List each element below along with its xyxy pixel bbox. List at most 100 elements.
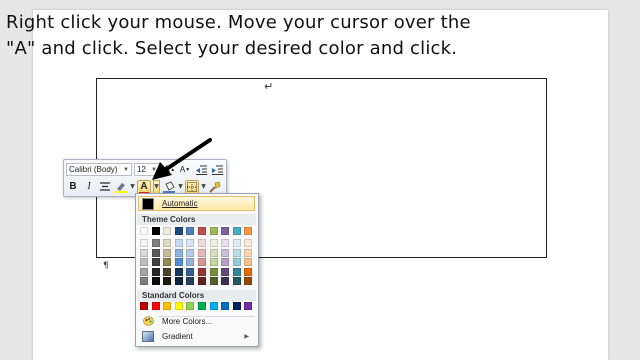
theme-shade-swatch[interactable] bbox=[186, 258, 195, 266]
theme-shade-swatch[interactable] bbox=[244, 267, 253, 276]
standard-color-swatch[interactable] bbox=[244, 302, 253, 310]
gradient-option[interactable]: Gradient ▶ bbox=[138, 329, 255, 343]
theme-shade-swatch[interactable] bbox=[209, 239, 218, 247]
theme-color-swatch[interactable] bbox=[163, 227, 172, 235]
italic-button[interactable]: I bbox=[82, 180, 96, 194]
standard-color-swatch[interactable] bbox=[198, 302, 206, 310]
automatic-color-swatch bbox=[142, 197, 154, 210]
instruction-line-1: Right click your mouse. Move your cursor… bbox=[6, 12, 471, 33]
theme-shade-swatch[interactable] bbox=[244, 239, 253, 247]
theme-shade-swatch[interactable] bbox=[209, 277, 218, 285]
format-painter-icon bbox=[209, 181, 221, 193]
theme-shade-swatch[interactable] bbox=[174, 267, 183, 276]
more-colors-option[interactable]: More Colors... bbox=[138, 314, 255, 328]
standard-colors-header: Standard Colors bbox=[137, 290, 256, 301]
chevron-down-icon[interactable]: ▼ bbox=[201, 183, 206, 190]
theme-shade-swatch[interactable] bbox=[198, 277, 206, 285]
theme-shade-swatch[interactable] bbox=[232, 239, 241, 247]
theme-shade-swatch[interactable] bbox=[186, 239, 195, 247]
theme-shade-swatch[interactable] bbox=[151, 258, 160, 266]
font-color-letter: A bbox=[140, 181, 148, 192]
gradient-icon bbox=[142, 330, 154, 342]
theme-shade-swatch[interactable] bbox=[186, 267, 195, 276]
theme-shade-swatch[interactable] bbox=[163, 239, 172, 247]
font-size-value: 12 bbox=[137, 165, 146, 174]
standard-color-swatch[interactable] bbox=[221, 302, 230, 310]
font-name-dropdown[interactable]: Calibri (Body) ▼ bbox=[66, 163, 132, 176]
theme-shade-swatch[interactable] bbox=[140, 258, 148, 266]
font-color-menu: Automatic Theme Colors Standard Colors M… bbox=[135, 193, 259, 347]
theme-shade-swatch[interactable] bbox=[209, 267, 218, 276]
theme-shade-swatch[interactable] bbox=[232, 258, 241, 266]
theme-shade-swatch[interactable] bbox=[151, 239, 160, 247]
theme-shade-swatch[interactable] bbox=[151, 277, 160, 285]
align-center-icon bbox=[100, 182, 110, 191]
highlight-color-button[interactable] bbox=[114, 180, 128, 194]
theme-color-swatch[interactable] bbox=[232, 227, 241, 235]
theme-color-swatch[interactable] bbox=[198, 227, 206, 235]
chevron-down-icon[interactable]: ▼ bbox=[130, 183, 135, 190]
standard-color-swatch[interactable] bbox=[174, 302, 183, 310]
automatic-color-option[interactable]: Automatic bbox=[138, 196, 255, 211]
theme-shade-swatch[interactable] bbox=[174, 258, 183, 266]
theme-shade-swatch[interactable] bbox=[232, 277, 241, 285]
standard-color-swatch[interactable] bbox=[209, 302, 218, 310]
theme-shade-swatch[interactable] bbox=[163, 277, 172, 285]
theme-shade-swatch[interactable] bbox=[198, 258, 206, 266]
theme-shade-swatch[interactable] bbox=[244, 258, 253, 266]
theme-shade-swatch[interactable] bbox=[198, 267, 206, 276]
theme-color-swatch[interactable] bbox=[140, 227, 148, 235]
theme-shade-swatch[interactable] bbox=[244, 277, 253, 285]
standard-color-swatch[interactable] bbox=[232, 302, 241, 310]
theme-shade-swatch[interactable] bbox=[209, 258, 218, 266]
borders-icon bbox=[187, 181, 197, 192]
standard-color-swatch[interactable] bbox=[151, 302, 160, 310]
theme-shade-swatch[interactable] bbox=[174, 248, 183, 257]
theme-shade-swatch[interactable] bbox=[163, 248, 172, 257]
theme-shade-swatch[interactable] bbox=[221, 258, 230, 266]
theme-shade-swatch[interactable] bbox=[151, 248, 160, 257]
highlighter-icon bbox=[115, 182, 127, 193]
theme-shade-swatch[interactable] bbox=[163, 258, 172, 266]
paragraph-mark: ¶ bbox=[103, 261, 109, 271]
theme-shade-swatch[interactable] bbox=[221, 248, 230, 257]
theme-color-swatch[interactable] bbox=[151, 227, 160, 235]
theme-shade-swatch[interactable] bbox=[174, 239, 183, 247]
theme-shade-swatch[interactable] bbox=[140, 248, 148, 257]
submenu-arrow-icon: ▶ bbox=[244, 333, 249, 340]
theme-shade-swatch[interactable] bbox=[232, 267, 241, 276]
theme-shade-swatch[interactable] bbox=[221, 239, 230, 247]
theme-shade-swatch[interactable] bbox=[140, 277, 148, 285]
gradient-label: Gradient bbox=[162, 331, 193, 341]
theme-shade-swatch[interactable] bbox=[232, 248, 241, 257]
theme-shade-swatch[interactable] bbox=[221, 267, 230, 276]
theme-shade-swatch[interactable] bbox=[186, 248, 195, 257]
theme-color-swatch[interactable] bbox=[244, 227, 253, 235]
return-mark: ↵ bbox=[264, 80, 274, 93]
theme-shade-swatch[interactable] bbox=[198, 239, 206, 247]
theme-color-swatch[interactable] bbox=[209, 227, 218, 235]
paint-bucket-icon bbox=[163, 180, 175, 193]
center-align-button[interactable] bbox=[98, 180, 112, 194]
bold-button[interactable]: B bbox=[66, 180, 80, 194]
chevron-down-icon[interactable]: ▼ bbox=[178, 183, 183, 190]
instruction-line-2: "A" and click. Select your desired color… bbox=[6, 38, 458, 59]
theme-shade-swatch[interactable] bbox=[186, 277, 195, 285]
theme-shade-swatch[interactable] bbox=[140, 239, 148, 247]
standard-color-swatch[interactable] bbox=[140, 302, 148, 310]
theme-shade-swatch[interactable] bbox=[151, 267, 160, 276]
theme-shade-swatch[interactable] bbox=[174, 277, 183, 285]
standard-color-swatch[interactable] bbox=[186, 302, 195, 310]
theme-colors-header: Theme Colors bbox=[137, 214, 256, 225]
theme-shade-swatch[interactable] bbox=[244, 248, 253, 257]
theme-shade-swatch[interactable] bbox=[163, 267, 172, 276]
theme-shade-swatch[interactable] bbox=[140, 267, 148, 276]
theme-color-swatch[interactable] bbox=[221, 227, 230, 235]
theme-shade-swatch[interactable] bbox=[209, 248, 218, 257]
standard-color-swatch[interactable] bbox=[163, 302, 172, 310]
theme-shade-swatch[interactable] bbox=[198, 248, 206, 257]
theme-shade-swatch[interactable] bbox=[221, 277, 230, 285]
theme-color-swatch[interactable] bbox=[186, 227, 195, 235]
theme-color-swatch[interactable] bbox=[174, 227, 183, 235]
automatic-label: Automatic bbox=[162, 199, 198, 208]
